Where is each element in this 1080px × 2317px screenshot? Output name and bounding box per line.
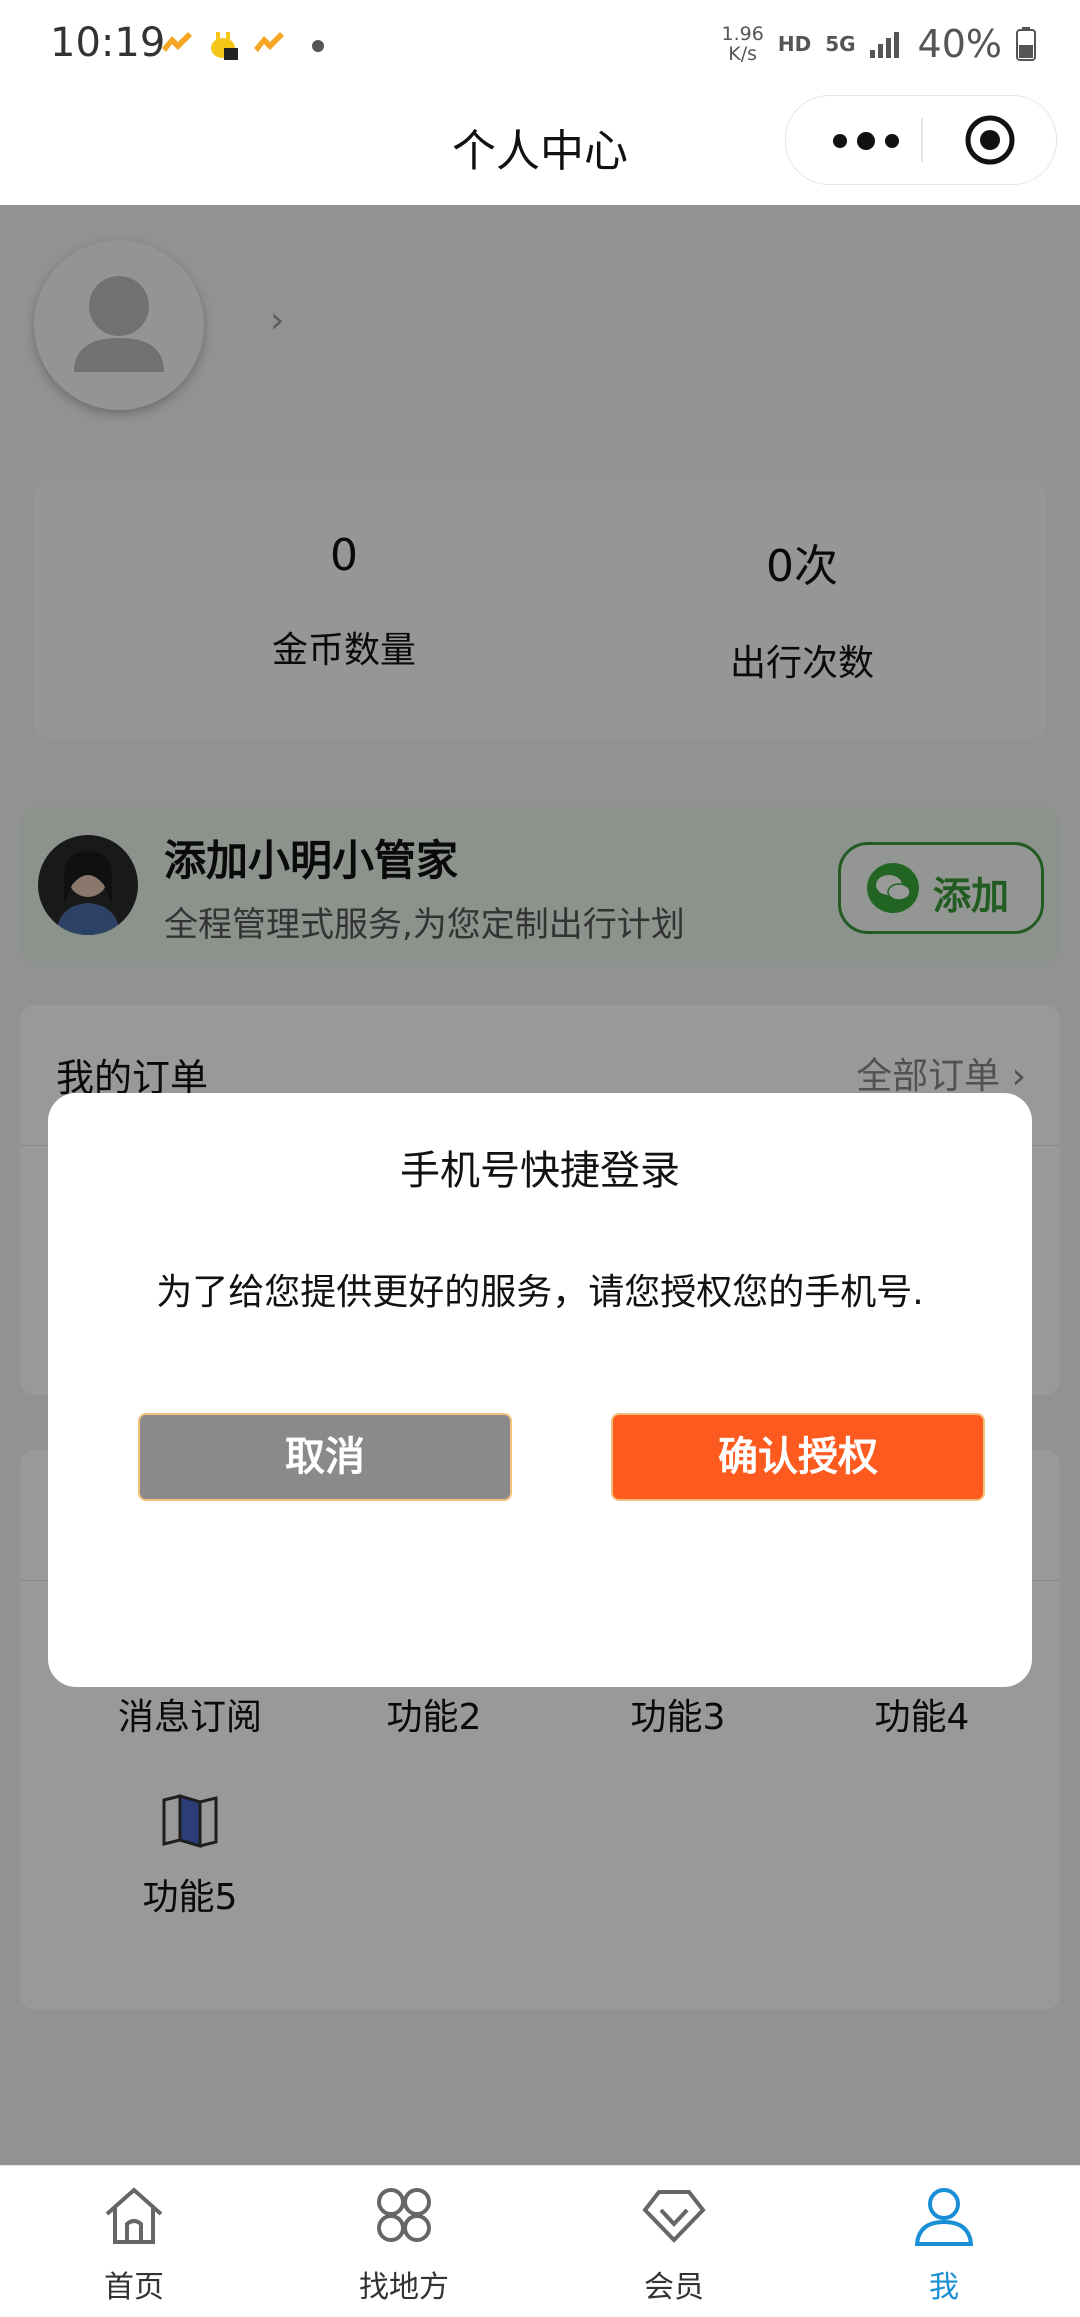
dialog-message: 为了给您提供更好的服务，请您授权您的手机号. — [156, 1272, 924, 1313]
system-indicators: 1.96 K/s HD 5G 40% — [722, 22, 1036, 66]
tab-find-place[interactable]: 找地方 — [304, 2180, 504, 2306]
miniprogram-capsule — [785, 95, 1057, 185]
signal-icon — [869, 32, 899, 58]
notification-dot-icon — [312, 40, 324, 52]
app-notification-icon — [162, 32, 192, 52]
network-type-icon: 5G — [825, 32, 856, 56]
nav-bar: 个人中心 — [0, 95, 1080, 205]
cancel-button[interactable]: 取消 — [138, 1413, 512, 1501]
tab-home[interactable]: 首页 — [34, 2180, 234, 2306]
dialog-title: 手机号快捷登录 — [400, 1148, 680, 1194]
confirm-authorize-button[interactable]: 确认授权 — [611, 1413, 985, 1501]
status-bar: 10:19 1.96 K/s HD 5G 40% — [0, 0, 1080, 95]
close-miniprogram-icon[interactable] — [964, 114, 1016, 166]
more-options-icon[interactable] — [826, 126, 906, 156]
home-icon — [105, 2187, 163, 2244]
grid-icon — [377, 2188, 431, 2242]
net-speed: 1.96 K/s — [721, 23, 764, 65]
capsule-divider — [921, 118, 923, 162]
battery-level: 40% — [917, 22, 1002, 66]
phone-login-dialog: 手机号快捷登录 为了给您提供更好的服务，请您授权您的手机号. 取消 确认授权 — [48, 1093, 1032, 1687]
tab-bar: 首页 找地方 会员 我 — [0, 2165, 1080, 2317]
tab-member[interactable]: 会员 — [574, 2180, 774, 2306]
battery-icon — [1016, 27, 1036, 61]
status-time: 10:19 — [50, 20, 166, 66]
diamond-icon — [642, 2190, 706, 2243]
app-notification-icon — [211, 32, 238, 60]
user-icon — [914, 2188, 974, 2246]
hd-icon: HD — [777, 32, 812, 56]
app-notification-icon — [254, 32, 284, 52]
tab-me[interactable]: 我 — [844, 2180, 1044, 2306]
notification-icons — [158, 30, 288, 60]
